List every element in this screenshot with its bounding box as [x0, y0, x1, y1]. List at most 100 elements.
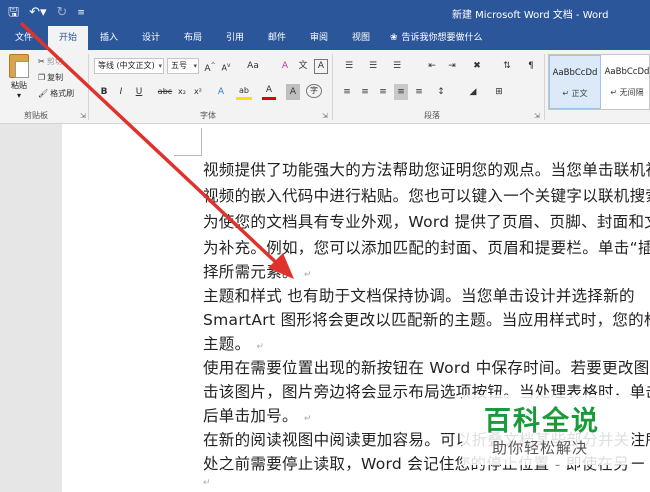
align-right-button[interactable]: ≡: [376, 84, 390, 100]
clear-format-label: A: [281, 61, 289, 71]
tab-layout[interactable]: 布局: [176, 26, 210, 50]
doc-line[interactable]: 为使您的文档具有专业外观，Word 提供了页眉、页脚、封面和文本: [203, 210, 650, 232]
change-case-label: Aa: [247, 61, 259, 71]
undo-icon[interactable]: ↶▾: [29, 3, 46, 23]
doc-line[interactable]: 主题。 ↵: [203, 332, 650, 354]
tell-me-text: 告诉我你想要做什么: [401, 33, 483, 43]
indent-icon: ⇥: [448, 61, 456, 71]
doc-line-text: 视频的嵌入代码中进行粘贴。您也可以键入一个关键字以联机搜索: [203, 187, 650, 205]
highlight-button[interactable]: ab: [236, 84, 252, 100]
decrease-indent-button[interactable]: ⇤: [424, 58, 440, 74]
italic-label: I: [119, 87, 123, 97]
align-center-button[interactable]: ≡: [358, 84, 372, 100]
paragraph-launcher-icon[interactable]: ⇲: [534, 112, 540, 120]
asian-layout-button[interactable]: ✖: [468, 58, 486, 74]
italic-button[interactable]: I: [115, 84, 127, 100]
increase-indent-button[interactable]: ⇥: [444, 58, 460, 74]
chevron-down-icon: ▾: [158, 62, 162, 70]
copy-icon: ❐: [38, 73, 46, 82]
tab-insert[interactable]: 插入: [92, 26, 126, 50]
doc-line[interactable]: 择所需元素。 ↵: [203, 260, 650, 282]
doc-line[interactable]: 视频提供了功能强大的方法帮助您证明您的观点。当您单击联机视频: [203, 158, 650, 180]
chevron-down-icon: ▾: [16, 91, 21, 100]
divider: [332, 54, 333, 120]
font-launcher-icon[interactable]: ⇲: [322, 112, 328, 120]
style-no-spacing[interactable]: AaBbCcDd ↵ 无间隔: [601, 55, 650, 109]
distribute-button[interactable]: ≡: [412, 84, 426, 100]
style-sample: AaBbCcDd: [552, 68, 598, 78]
doc-line-text: 主题。: [203, 335, 251, 353]
style-name-text: 无间隔: [619, 88, 644, 97]
sort-button[interactable]: ⇅: [500, 58, 514, 74]
tab-design[interactable]: 设计: [134, 26, 168, 50]
underline-button[interactable]: U: [132, 84, 146, 100]
redo-icon[interactable]: ↻: [57, 3, 68, 23]
grow-font-button[interactable]: A^: [204, 58, 216, 74]
tab-home[interactable]: 开始: [48, 26, 88, 50]
doc-line-text: 后单击加号。: [203, 407, 298, 425]
justify-button[interactable]: ≡: [394, 84, 408, 100]
subscript-button[interactable]: x₂: [176, 84, 188, 100]
bullets-icon: ☰: [344, 61, 354, 71]
line-spacing-icon: ↕: [437, 87, 445, 97]
font-name-combo[interactable]: 等线 (中文正文) ▾: [94, 58, 164, 74]
bold-label: B: [100, 87, 108, 97]
font-size-combo[interactable]: 五号 ▾: [167, 58, 199, 74]
superscript-button[interactable]: x²: [192, 84, 204, 100]
tell-me-box[interactable]: ❀ 告诉我你想要做什么: [390, 26, 483, 50]
font-color-label: A: [265, 85, 273, 95]
styles-gallery: AaBbCcDd ↵ 正文 AaBbCcDd ↵ 无间隔: [548, 54, 650, 110]
paste-label: 粘贴: [11, 81, 27, 90]
customize-qat-icon[interactable]: ≡: [77, 3, 85, 23]
outdent-icon: ⇤: [428, 61, 436, 71]
format-painter-button[interactable]: 🖌 格式刷: [38, 88, 74, 99]
tab-review[interactable]: 审阅: [302, 26, 336, 50]
tab-file[interactable]: 文件: [6, 26, 42, 50]
font-name-value: 等线 (中文正文): [98, 61, 155, 70]
align-left-button[interactable]: ≡: [340, 84, 354, 100]
show-marks-button[interactable]: ¶: [524, 58, 538, 74]
font-color-button[interactable]: A: [262, 84, 276, 100]
multilevel-list-button[interactable]: ☰: [388, 58, 406, 74]
doc-line-text: 视频提供了功能强大的方法帮助您证明您的观点。当您单击联机视频: [203, 161, 650, 179]
doc-line-text: 主题和样式 也有助于文档保持协调。当您单击设计并选择新的: [203, 287, 635, 305]
window-title: 新建 Microsoft Word 文档 - Word: [452, 10, 609, 21]
numbering-button[interactable]: ☰: [364, 58, 382, 74]
style-sample: AaBbCcDd: [604, 67, 650, 77]
change-case-button[interactable]: Aa: [244, 58, 262, 74]
lightbulb-icon: ❀: [390, 33, 398, 43]
paragraph-mark-icon: ↵: [303, 270, 312, 280]
doc-line[interactable]: SmartArt 图形将会更改以匹配新的主题。当应用样式时，您的标题: [203, 308, 650, 330]
doc-line[interactable]: 主题和样式 也有助于文档保持协调。当您单击设计并选择新的: [203, 284, 650, 306]
strikethrough-button[interactable]: abc: [156, 84, 174, 100]
scissors-icon: ✂: [38, 57, 45, 66]
char-border-button[interactable]: A: [314, 59, 328, 74]
doc-line[interactable]: 使用在需要位置出现的新按钮在 Word 中保存时间。若要更改图片: [203, 356, 650, 378]
clipboard-launcher-icon[interactable]: ⇲: [80, 112, 86, 120]
text-effects-button[interactable]: A: [214, 84, 228, 100]
line-spacing-button[interactable]: ↕: [432, 84, 450, 100]
phonetic-guide-button[interactable]: 文: [296, 58, 310, 74]
borders-button[interactable]: ⊞: [490, 84, 508, 100]
clear-format-button[interactable]: A: [278, 58, 292, 74]
save-icon[interactable]: 🖫: [8, 3, 19, 23]
cut-button[interactable]: ✂ 剪切: [38, 56, 63, 67]
enclose-char-button[interactable]: 字: [306, 84, 322, 98]
numbering-icon: ☰: [368, 61, 378, 71]
tab-references[interactable]: 引用: [218, 26, 252, 50]
doc-line[interactable]: 为补充。例如，您可以添加匹配的封面、页眉和提要栏。单击“插入”: [203, 236, 650, 258]
shading-button[interactable]: ◢: [464, 84, 482, 100]
shrink-font-button[interactable]: Av: [220, 58, 232, 74]
copy-button[interactable]: ❐ 复制: [38, 72, 63, 83]
char-shading-button[interactable]: A: [286, 84, 300, 100]
bold-button[interactable]: B: [98, 84, 110, 100]
align-left-icon: ≡: [343, 87, 351, 97]
tab-mailings[interactable]: 邮件: [260, 26, 294, 50]
doc-line-text: 为使您的文档具有专业外观，Word 提供了页眉、页脚、封面和文本: [203, 213, 650, 231]
doc-line[interactable]: 视频的嵌入代码中进行粘贴。您也可以键入一个关键字以联机搜索: [203, 184, 650, 206]
paste-button[interactable]: 粘贴 ▾: [6, 54, 32, 100]
watermark-subtitle: 助你轻松解决: [492, 439, 589, 457]
bullets-button[interactable]: ☰: [340, 58, 358, 74]
style-normal[interactable]: AaBbCcDd ↵ 正文: [549, 55, 601, 109]
tab-view[interactable]: 视图: [344, 26, 378, 50]
